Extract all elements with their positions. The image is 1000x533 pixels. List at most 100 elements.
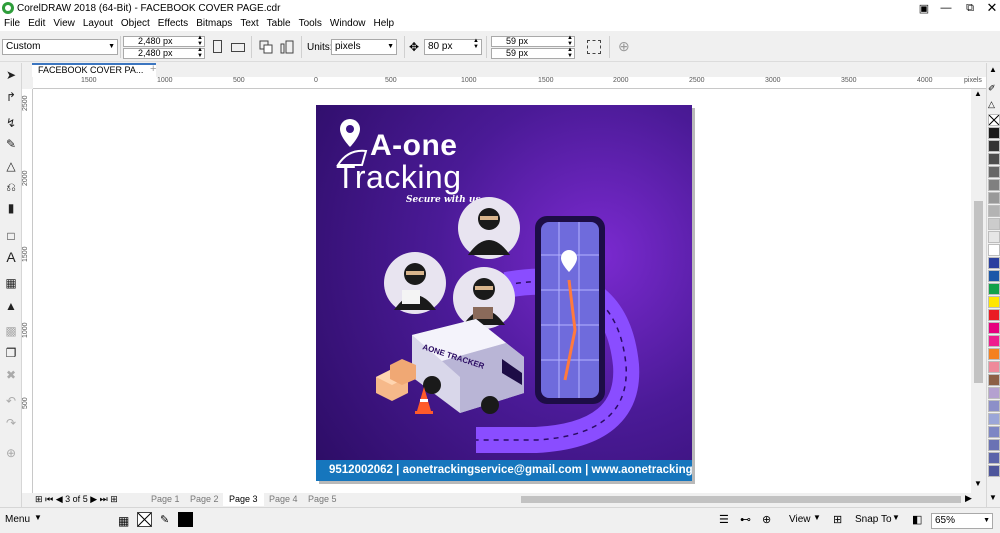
menu-button[interactable]: Menu xyxy=(5,514,30,525)
page-tab-3[interactable]: Page 3 xyxy=(223,493,264,506)
artistic-media-icon[interactable]: △ xyxy=(3,158,19,174)
menu-layout[interactable]: Layout xyxy=(79,18,117,29)
close-button[interactable]: ✕ xyxy=(980,0,1000,16)
color-swatch[interactable] xyxy=(988,270,1000,282)
last-page-icon[interactable]: ⏭ xyxy=(100,494,108,504)
menu-text[interactable]: Text xyxy=(236,18,262,29)
portrait-icon[interactable] xyxy=(213,40,222,53)
color-swatch[interactable] xyxy=(988,257,1000,269)
page-tab-2[interactable]: Page 2 xyxy=(184,493,225,506)
menu-window[interactable]: Window xyxy=(326,18,370,29)
scroll-down-icon[interactable]: ▼ xyxy=(974,479,982,488)
spin-arrows-icon[interactable]: ▲ ▼ xyxy=(197,35,203,47)
text-tool-icon[interactable]: A xyxy=(3,249,19,265)
rectangle-tool-icon[interactable]: □ xyxy=(3,228,19,244)
first-page-icon[interactable]: ⏮ xyxy=(45,494,53,504)
current-page-icon[interactable] xyxy=(280,40,294,54)
chevron-down-icon[interactable]: ▼ xyxy=(34,513,42,522)
snap-icon[interactable]: ⊞ xyxy=(833,513,842,526)
eyedropper-icon[interactable]: ✐ xyxy=(988,83,996,94)
color-swatch[interactable] xyxy=(988,309,1000,321)
color-swatch[interactable] xyxy=(988,244,1000,256)
color-swatch[interactable] xyxy=(988,283,1000,295)
color-swatch[interactable] xyxy=(988,218,1000,230)
add-icon[interactable]: ⊕ xyxy=(618,39,632,53)
color-swatch[interactable] xyxy=(988,127,1000,139)
palette-scroll-up-icon[interactable]: △ xyxy=(988,99,995,110)
color-swatch[interactable] xyxy=(988,205,1000,217)
crop-tool-icon[interactable]: ↯ xyxy=(3,115,19,131)
guidelines-icon[interactable]: ⊷ xyxy=(740,513,751,526)
menu-help[interactable]: Help xyxy=(370,18,399,29)
color-swatch[interactable] xyxy=(988,400,1000,412)
page-width-field[interactable]: 2,480 px ▲ ▼ xyxy=(123,35,205,47)
spin-arrows-icon[interactable]: ▲ ▼ xyxy=(567,47,573,59)
color-swatch[interactable] xyxy=(988,322,1000,334)
horizontal-scroll-thumb[interactable] xyxy=(521,496,961,503)
zoom-level-select[interactable]: 65% ▼ xyxy=(931,513,993,529)
color-swatch[interactable] xyxy=(988,374,1000,386)
color-swatch[interactable] xyxy=(988,192,1000,204)
menu-bitmaps[interactable]: Bitmaps xyxy=(192,18,236,29)
view-button[interactable]: View xyxy=(789,514,811,525)
duplicate-y-field[interactable]: 59 px ▲ ▼ xyxy=(491,47,575,59)
spin-arrows-icon[interactable]: ▲ ▼ xyxy=(197,47,203,59)
chevron-down-icon[interactable]: ▼ xyxy=(892,513,900,522)
pick-tool-icon[interactable]: ➤ xyxy=(3,67,19,83)
chevron-down-icon[interactable]: ▼ xyxy=(813,513,821,522)
color-swatch[interactable] xyxy=(988,153,1000,165)
palette-scroll-down-icon[interactable]: ▼ xyxy=(989,493,997,502)
menu-view[interactable]: View xyxy=(49,18,79,29)
transparency-tool-icon[interactable]: ▩ xyxy=(3,323,19,339)
redo-icon[interactable]: ↷ xyxy=(3,415,19,431)
undo-icon[interactable]: ↶ xyxy=(3,393,19,409)
color-swatch[interactable] xyxy=(988,231,1000,243)
color-swatch[interactable] xyxy=(988,426,1000,438)
color-swatch[interactable] xyxy=(988,439,1000,451)
prev-page-icon[interactable]: ◀ xyxy=(56,494,63,504)
new-tab-icon[interactable]: + xyxy=(150,63,156,75)
color-swatch[interactable] xyxy=(988,413,1000,425)
spin-arrows-icon[interactable]: ▲ ▼ xyxy=(473,38,479,50)
menu-tools[interactable]: Tools xyxy=(295,18,326,29)
outline-color-swatch[interactable] xyxy=(178,512,193,527)
all-pages-icon[interactable] xyxy=(259,40,273,54)
menu-edit[interactable]: Edit xyxy=(24,18,49,29)
restore-button[interactable]: ⧉ xyxy=(958,0,982,16)
units-select[interactable]: pixels ▼ xyxy=(331,39,397,55)
pen-tool-icon[interactable]: ⎌ xyxy=(3,179,19,195)
color-swatch[interactable] xyxy=(988,335,1000,347)
fill-tool-icon[interactable]: ▲ xyxy=(3,298,19,314)
add-page-icon[interactable]: ⊞ xyxy=(35,494,43,504)
account-icon[interactable]: ▣ xyxy=(912,0,936,16)
add-tool-icon[interactable]: ⊕ xyxy=(3,445,19,461)
outline-pen-icon[interactable]: ✎ xyxy=(160,513,169,526)
no-color-swatch[interactable] xyxy=(988,114,1000,126)
pattern-tool-icon[interactable]: ▦ xyxy=(3,275,19,291)
eraser-tool-icon[interactable]: ▮ xyxy=(3,200,19,216)
treat-as-filled-icon[interactable] xyxy=(587,40,601,54)
next-page-icon[interactable]: ▶ xyxy=(90,494,97,504)
color-swatch[interactable] xyxy=(988,166,1000,178)
duplicate-x-field[interactable]: 59 px ▲ ▼ xyxy=(491,35,575,47)
page-height-field[interactable]: 2,480 px ▲ ▼ xyxy=(123,47,205,59)
no-fill-swatch[interactable] xyxy=(137,512,152,527)
color-swatch[interactable] xyxy=(988,179,1000,191)
snap-to-button[interactable]: Snap To xyxy=(855,514,892,525)
vertical-scroll-thumb[interactable] xyxy=(974,201,983,383)
shape-tool-icon[interactable]: ↱ xyxy=(3,89,19,105)
page-tab-4[interactable]: Page 4 xyxy=(263,493,304,506)
horizontal-ruler[interactable]: 1500 1000 500 0 500 1000 1500 2000 2500 … xyxy=(33,77,986,89)
vertical-scrollbar[interactable]: ▲ ▼ xyxy=(971,89,986,493)
page-tab-1[interactable]: Page 1 xyxy=(145,493,186,506)
color-swatch[interactable] xyxy=(988,296,1000,308)
color-swatch[interactable] xyxy=(988,452,1000,464)
color-swatch[interactable] xyxy=(988,140,1000,152)
minimize-button[interactable]: — xyxy=(934,0,958,16)
delete-icon[interactable]: ✖ xyxy=(3,367,19,383)
dynamic-guides-icon[interactable]: ⊕ xyxy=(762,513,771,526)
color-swatch[interactable] xyxy=(988,465,1000,477)
color-swatch[interactable] xyxy=(988,387,1000,399)
menu-file[interactable]: File xyxy=(0,18,24,29)
copy-properties-icon[interactable]: ❐ xyxy=(3,345,19,361)
